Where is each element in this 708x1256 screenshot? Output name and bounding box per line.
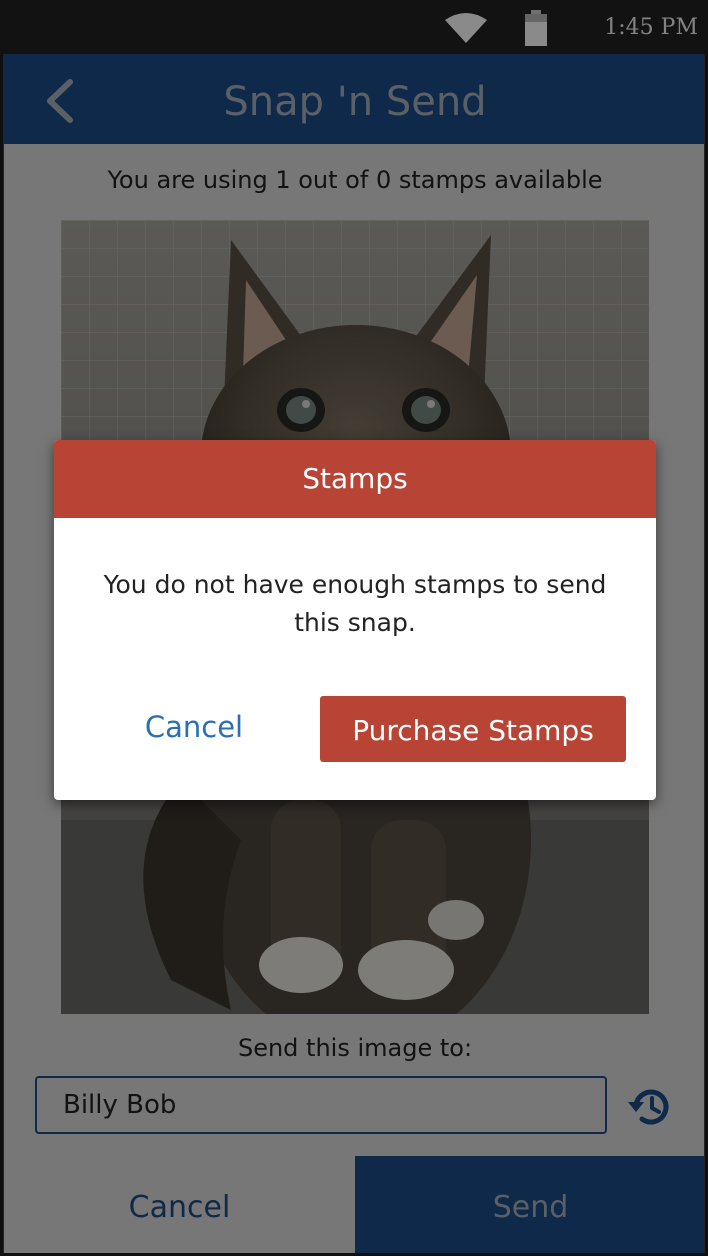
dialog-cancel-button[interactable]: Cancel <box>118 702 270 752</box>
stamps-dialog: Stamps You do not have enough stamps to … <box>54 440 656 800</box>
dialog-message: You do not have enough stamps to send th… <box>103 570 607 637</box>
dialog-title: Stamps <box>54 440 656 518</box>
purchase-stamps-button[interactable]: Purchase Stamps <box>320 696 626 762</box>
